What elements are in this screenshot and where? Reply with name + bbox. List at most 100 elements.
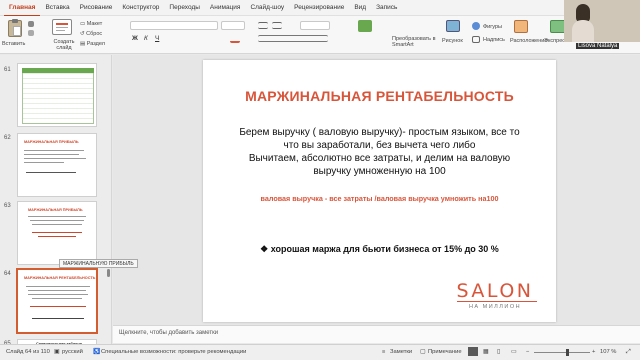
section-label: Раздел [86,41,105,47]
status-bar: Слайд 64 из 110 ▣ русский ♿ Специальные … [0,344,640,360]
smartart-icon[interactable] [358,20,372,32]
section-button[interactable]: ▤ Раздел [80,41,105,47]
font-family-dropdown[interactable] [130,21,218,30]
notes-icon[interactable]: ≡ [382,349,385,355]
new-slide-label[interactable]: Создать слайд [52,39,76,51]
arrange-icon[interactable] [514,20,528,33]
slide-number: 64 [4,271,11,277]
paste-icon[interactable] [8,19,22,37]
thumb-line [28,290,86,292]
picture-label[interactable]: Рисунок [442,38,463,44]
slide-counter: Слайд 64 из 110 [6,349,50,355]
font-size-dropdown[interactable] [221,21,245,30]
notes-pane[interactable]: Щелкните, чтобы добавить заметки [113,325,640,343]
accessibility-icon[interactable]: ♿ [93,349,100,355]
clipboard-small-icons[interactable] [28,21,34,27]
shapes-icon[interactable] [472,22,480,30]
bullets-icon[interactable] [258,22,268,29]
italic-button[interactable]: К [144,35,148,42]
layout-button[interactable]: ▭ Макет [80,21,102,27]
textbox-icon[interactable] [472,36,480,43]
tab-view[interactable]: Вид [349,0,371,16]
zoom-out-icon[interactable]: − [526,349,529,355]
comments-icon[interactable]: ▢ [420,349,425,355]
font-color-icon[interactable] [230,35,240,43]
logo-subtitle: НА МИЛЛИОН [468,304,522,310]
tab-animation[interactable]: Анимация [205,0,246,16]
slide-thumbnail-panel: 61 62 МАРЖИНАЛЬНАЯ ПРИБЫЛЬ 63 МАРЖИНАЛЬН… [0,55,112,349]
notes-toggle[interactable]: Заметки [390,349,412,355]
fit-slide-icon[interactable]: ⤢ [626,349,631,356]
tab-design[interactable]: Конструктор [117,0,164,16]
current-slide[interactable]: МАРЖИНАЛЬНАЯ РЕНТАБЕЛЬНОСТЬ Берем выручк… [203,60,556,322]
accessibility-status[interactable]: Специальные возможности: проверьте реком… [101,349,246,355]
smartart-label[interactable]: Преобразовать в SmartArt [392,36,442,48]
slide-body-text[interactable]: Берем выручку ( валовую выручку)- просты… [203,126,556,178]
user-shoulders [572,20,594,42]
ribbon-tab-bar: Главная Вставка Рисование Конструктор Пе… [0,0,640,16]
thumb-line [24,162,64,164]
thumb-table-header [22,68,94,73]
tab-transitions[interactable]: Переходы [164,0,205,16]
slide-thumbnail-61[interactable] [17,63,97,127]
thumb-line [32,318,84,320]
sorter-view-icon[interactable]: ▦ [483,349,488,355]
zoom-level[interactable]: 107 % [600,349,616,355]
slide-formula-text[interactable]: валовая выручка - все затраты /валовая в… [203,194,556,203]
spellcheck-icon[interactable]: ▣ [54,349,59,355]
thumb-title: МАРЖИНАЛЬНАЯ ПРИБЫЛЬ [28,208,83,212]
language-indicator[interactable]: русский [62,349,83,355]
zoom-slider[interactable] [534,352,590,353]
layout-icon: ▭ [80,21,87,27]
section-icon: ▤ [80,41,87,47]
tab-home[interactable]: Главная [4,0,41,16]
slide-title[interactable]: МАРЖИНАЛЬНАЯ РЕНТАБЕЛЬНОСТЬ [203,88,556,104]
user-video-badge: Lisova Natalya [564,0,640,54]
textbox-label[interactable]: Надпись [483,37,505,43]
thumb-line [24,150,84,152]
thumb-line [24,158,86,160]
copy-icon[interactable] [28,30,34,36]
thumb-line [24,154,79,156]
bold-button[interactable]: Ж [132,35,138,42]
body-line: что вы заработали, без вычета чего либо [283,140,476,151]
line-spacing-dropdown[interactable] [300,21,330,30]
zoom-slider-handle[interactable] [566,349,569,356]
slide-thumbnail-64[interactable]: МАРЖИНАЛЬНАЯ РЕНТАБЕЛЬНОСТЬ [16,268,98,334]
tab-insert[interactable]: Вставка [40,0,74,16]
picture-icon[interactable] [446,20,460,32]
thumb-line [28,216,86,218]
comments-toggle[interactable]: Примечание [428,349,462,355]
tab-draw[interactable]: Рисование [75,0,118,16]
slide-thumbnail-62[interactable]: МАРЖИНАЛЬНАЯ ПРИБЫЛЬ [17,133,97,197]
paste-button-label[interactable]: Вставить [2,41,25,47]
reset-label: Сброс [86,31,103,37]
slide-number: 63 [4,203,11,209]
slideshow-icon[interactable]: ▭ [511,349,516,355]
new-slide-icon[interactable] [52,19,72,35]
logo-divider [457,301,537,302]
thumb-line [26,172,76,174]
tab-review[interactable]: Рецензирование [289,0,349,16]
reading-view-icon[interactable]: ▯ [497,349,500,355]
thumb-line [32,224,82,226]
numbering-icon[interactable] [272,22,282,29]
shapes-label[interactable]: Фигуры [483,24,502,30]
thumb-line [38,236,76,238]
thumb-table [22,68,94,124]
body-line: выручку умноженную на 100 [313,166,446,177]
arrange-label[interactable]: Расположение [510,38,547,44]
align-icons[interactable] [258,35,328,42]
underline-button[interactable]: Ч [155,35,159,42]
thumb-line [28,294,88,296]
tab-slideshow[interactable]: Слайд-шоу [245,0,289,16]
thumb-line [32,232,82,234]
zoom-in-icon[interactable]: + [592,349,595,355]
tab-record[interactable]: Запись [371,0,402,16]
slide-thumbnail-63[interactable]: МАРЖИНАЛЬНАЯ ПРИБЫЛЬ [17,201,97,265]
normal-view-icon[interactable] [468,347,478,356]
user-name-label: Lisova Natalya [576,43,620,49]
slide-bullet-text[interactable]: ❖ хорошая маржа для бьюти бизнеса от 15%… [203,244,556,255]
sidebar-scrollbar[interactable] [107,269,110,277]
reset-button[interactable]: ↺ Сброс [80,31,102,37]
